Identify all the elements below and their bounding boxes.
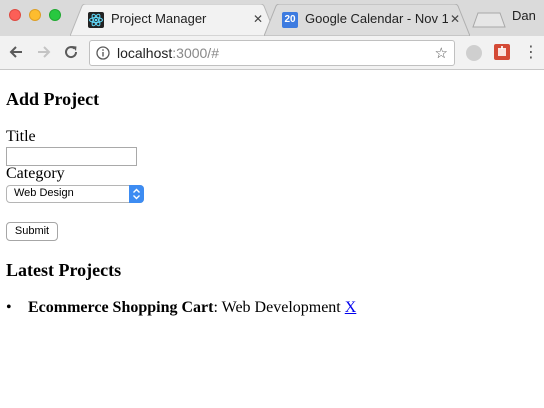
url-text: localhost:3000/# [117, 45, 219, 61]
reload-icon[interactable] [63, 44, 79, 60]
url-host: localhost [117, 45, 173, 61]
project-category: Web Development [217, 299, 345, 316]
delete-project-link[interactable]: X [345, 299, 357, 316]
minimize-window-button[interactable] [29, 9, 41, 21]
category-selected-value: Web Design [14, 187, 74, 199]
info-icon[interactable] [96, 46, 110, 60]
calendar-icon-date: 20 [284, 14, 296, 25]
tab-title: Project Manager [111, 11, 207, 26]
list-bullet: • [6, 299, 12, 316]
browser-chrome: Project Manager ✕ 20 Google Calendar - N… [0, 0, 544, 70]
address-bar[interactable]: localhost:3000/# ☆ [89, 40, 455, 66]
menu-icon[interactable]: ⋮ [523, 42, 539, 62]
new-tab-button[interactable] [472, 12, 506, 28]
tab-title: Google Calendar - Nov 1 [305, 11, 448, 26]
page-content: Add Project Title Category Web Design Su… [0, 70, 544, 408]
list-item: • Ecommerce Shopping Cart: Web Developmen… [6, 299, 356, 317]
tab-close-icon[interactable]: ✕ [253, 11, 263, 27]
tab-close-icon[interactable]: ✕ [450, 11, 460, 27]
category-label: Category [6, 165, 65, 182]
extension-icon[interactable] [466, 45, 482, 61]
add-project-heading: Add Project [6, 89, 100, 109]
browser-toolbar: localhost:3000/# ☆ ⋮ [0, 36, 544, 70]
close-window-button[interactable] [9, 9, 21, 21]
calendar-icon: 20 [282, 12, 298, 28]
select-arrows-icon [129, 185, 144, 203]
project-title: Ecommerce Shopping Cart [28, 299, 214, 316]
tab-google-calendar[interactable]: 20 Google Calendar - Nov 1 ✕ [264, 4, 470, 36]
tab-project-manager[interactable]: Project Manager ✕ [70, 4, 276, 36]
bookmark-star-icon[interactable]: ☆ [435, 44, 448, 62]
submit-button[interactable]: Submit [6, 222, 58, 241]
category-select[interactable]: Web Design [6, 185, 144, 203]
back-arrow-icon[interactable] [8, 44, 24, 60]
extension-puzzle-icon[interactable] [494, 44, 510, 60]
url-path: :3000/# [172, 45, 219, 61]
maximize-window-button[interactable] [49, 9, 61, 21]
project-list: • Ecommerce Shopping Cart: Web Developmen… [6, 299, 356, 317]
title-label: Title [6, 128, 36, 145]
profile-name[interactable]: Dan [512, 8, 536, 23]
latest-projects-heading: Latest Projects [6, 260, 122, 280]
forward-arrow-icon[interactable] [36, 44, 52, 60]
title-input[interactable] [6, 147, 137, 166]
tab-strip: Project Manager ✕ 20 Google Calendar - N… [0, 0, 544, 36]
react-icon [88, 12, 104, 28]
